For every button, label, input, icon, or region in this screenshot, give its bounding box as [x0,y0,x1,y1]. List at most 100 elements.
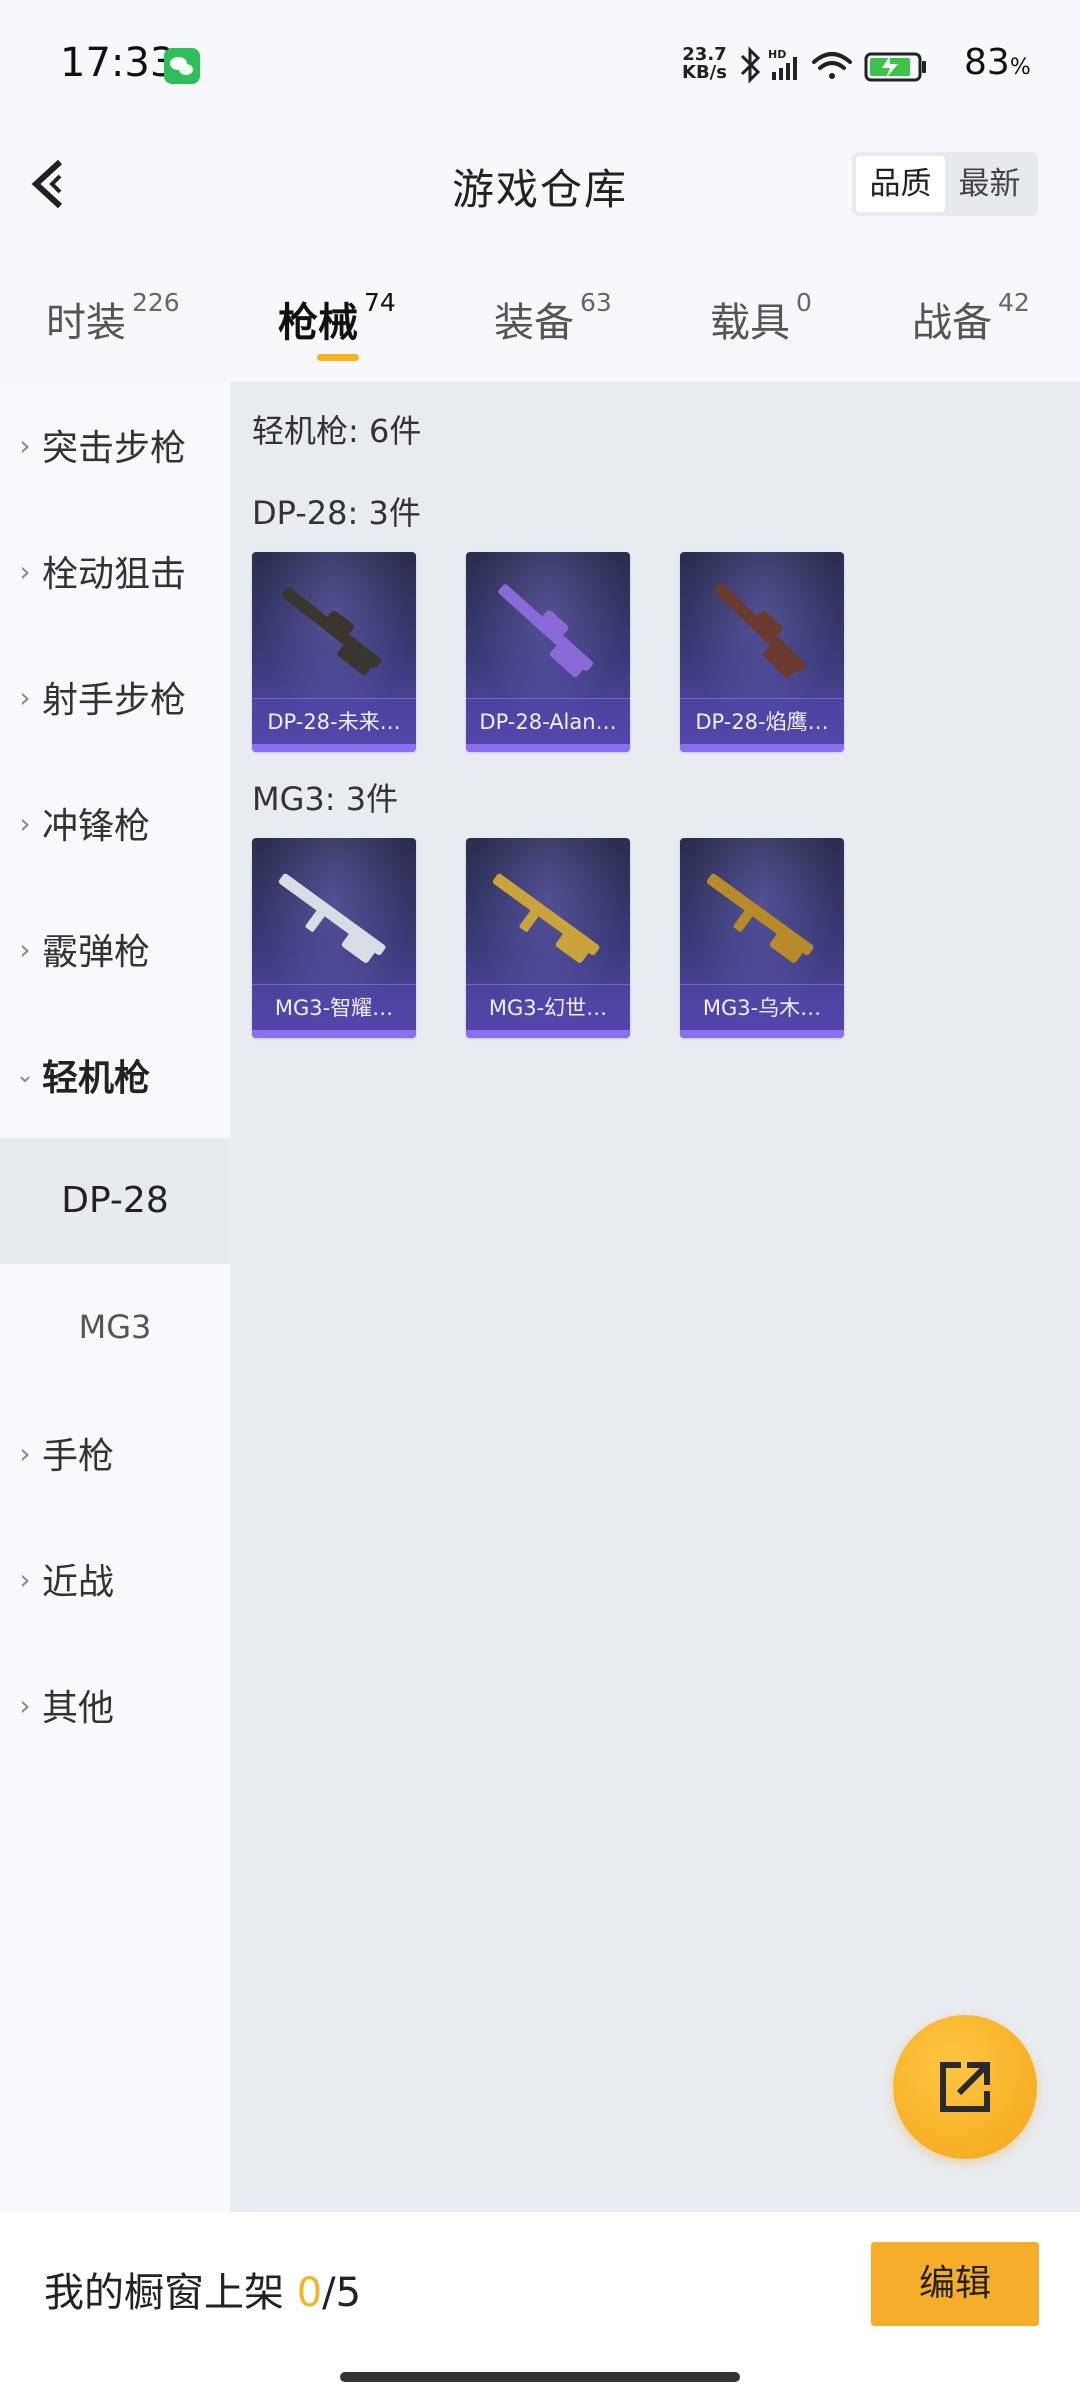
sidebar-item-label: 近战 [42,1562,115,1603]
edit-button[interactable]: 编辑 [871,2242,1039,2326]
chevron-right-icon: › [19,1688,31,1722]
chevron-right-icon: › [19,554,31,588]
tab-count: 0 [796,288,812,317]
rarity-bar [466,1030,630,1038]
showcase-current: 0 [296,2270,323,2316]
sidebar-subitem-dp28[interactable]: DP-28 [0,1138,230,1264]
share-external-icon [940,2062,990,2112]
sidebar-item-label: 轻机枪 [42,1058,151,1099]
gun-skin-icon [498,584,594,678]
net-speed-unit: KB/s [682,62,727,83]
group-title-dp28: DP-28: 3件 [252,494,421,532]
sidebar-item-label: 射手步枪 [42,680,187,721]
tab-label: 载具 [710,300,790,346]
sidebar-item-label: 突击步枪 [42,428,187,469]
rarity-bar [466,744,630,752]
item-card[interactable]: MG3-乌木… [680,838,844,1038]
home-indicator[interactable] [340,2372,740,2382]
sidebar-item-smg[interactable]: › 冲锋枪 [0,760,230,886]
tab-label: 装备 [494,300,574,346]
sort-quality-button[interactable]: 品质 [856,156,945,212]
active-tab-indicator [317,354,359,361]
page-header: 游戏仓库 品质 最新 [0,130,1080,240]
sidebar-item-lmg[interactable]: ⌄ 轻机枪 [0,1012,230,1138]
item-card[interactable]: DP-28-未来… [252,552,416,752]
status-icons: HD [740,46,926,84]
battery-unit: % [1009,55,1031,80]
tab-count: 74 [364,288,396,317]
tab-outfits[interactable]: 时装 226 [46,288,180,348]
network-speed: 23.7 KB/s [682,46,727,82]
sidebar-item-melee[interactable]: › 近战 [0,1516,230,1642]
share-button[interactable] [893,2015,1037,2159]
tab-equipment[interactable]: 装备 63 [494,288,612,348]
sidebar-item-pistol[interactable]: › 手枪 [0,1390,230,1516]
sidebar-item-label: 栓动狙击 [42,554,187,595]
tab-label: 时装 [46,300,126,346]
rarity-bar [252,1030,416,1038]
weapon-type-sidebar: › 突击步枪 › 栓动狙击 › 射手步枪 › 冲锋枪 › 霰弹枪 ⌄ 轻机枪 DP-28 M… [0,382,230,2212]
tab-label: 枪械 [278,300,358,346]
sidebar-item-marksman-rifle[interactable]: › 射手步枪 [0,634,230,760]
status-bar: 17:33 23.7 KB/s HD 83% [0,0,1080,130]
sidebar-item-other[interactable]: › 其他 [0,1642,230,1768]
chevron-right-icon: › [19,806,31,840]
item-card[interactable]: DP-28-Alan… [466,552,630,752]
showcase-bar: 我的橱窗上架 0/5 编辑 [0,2212,1080,2400]
sidebar-item-label: 霰弹枪 [42,932,151,973]
status-time: 17:33 [60,40,176,86]
showcase-label: 我的橱窗上架 [44,2270,284,2316]
gun-skin-icon [492,873,600,963]
category-tabs: 时装 226 枪械 74 装备 63 载具 0 战备 42 [0,270,1080,370]
sidebar-item-assault-rifle[interactable]: › 突击步枪 [0,382,230,508]
gun-skin-icon [706,873,814,963]
sort-latest-button[interactable]: 最新 [945,156,1034,212]
item-name: DP-28-Alan… [466,698,630,744]
tab-count: 42 [998,288,1030,317]
chevron-right-icon: › [19,932,31,966]
wifi-icon [812,52,852,79]
category-summary: 轻机枪: 6件 [252,412,422,450]
item-card[interactable]: MG3-幻世… [466,838,630,1038]
item-name: MG3-幻世… [466,984,630,1030]
rarity-bar [680,744,844,752]
rarity-bar [252,744,416,752]
item-grid-area[interactable]: 轻机枪: 6件 DP-28: 3件 DP-28-未来… DP-28-Alan… … [230,382,1080,2212]
battery-icon [864,52,926,82]
bluetooth-icon [740,46,761,84]
sidebar-item-label: 冲锋枪 [42,806,151,847]
item-name: MG3-乌木… [680,984,844,1030]
sidebar-item-shotgun[interactable]: › 霰弹枪 [0,886,230,1012]
tab-count: 63 [580,288,612,317]
group-title-mg3: MG3: 3件 [252,780,399,818]
chevron-down-icon: ⌄ [15,1062,35,1088]
tab-count: 226 [132,288,180,317]
tab-firearms[interactable]: 枪械 74 [278,288,396,348]
chevron-right-icon: › [19,680,31,714]
sidebar-subitem-mg3[interactable]: MG3 [0,1264,230,1390]
tab-label: 战备 [912,300,992,346]
sidebar-item-bolt-sniper[interactable]: › 栓动狙击 [0,508,230,634]
battery-percentage: 83% [964,42,1031,83]
svg-text:HD: HD [768,48,786,61]
sidebar-item-label: 手枪 [42,1436,115,1477]
rarity-bar [680,1030,844,1038]
item-name: MG3-智耀… [252,984,416,1030]
tab-vehicles[interactable]: 载具 0 [710,288,812,348]
item-card[interactable]: MG3-智耀… [252,838,416,1038]
tab-supplies[interactable]: 战备 42 [912,288,1030,348]
battery-value: 83 [964,42,1010,83]
chevron-right-icon: › [19,428,31,462]
showcase-count: 我的橱窗上架 0/5 [44,2260,361,2318]
wechat-notification-icon [164,48,200,84]
signal-icon: HD [768,48,797,80]
gun-skin-icon [713,582,806,679]
sort-toggle: 品质 最新 [852,152,1038,216]
chevron-right-icon: › [19,1562,31,1596]
sidebar-item-label: 其他 [42,1688,115,1729]
gun-skin-icon [278,873,386,963]
item-card[interactable]: DP-28-焰鹰… [680,552,844,752]
gun-skin-icon [281,587,382,676]
chevron-right-icon: › [19,1436,31,1470]
item-name: DP-28-焰鹰… [680,698,844,744]
